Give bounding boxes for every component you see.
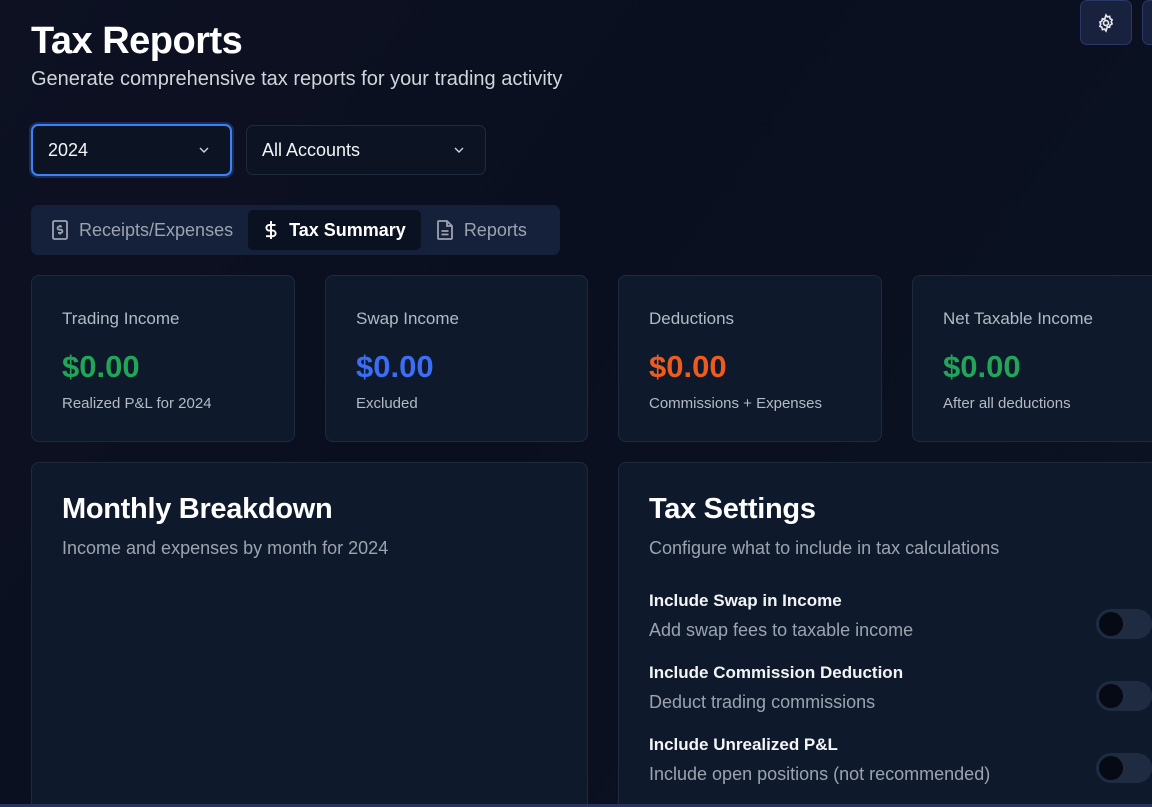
tab-reports[interactable]: Reports (421, 210, 542, 250)
stat-value: $0.00 (943, 349, 1021, 384)
dollar-icon (265, 221, 277, 239)
year-select-value: 2024 (48, 139, 89, 160)
stat-label: Net Taxable Income (943, 309, 1093, 328)
toggle-knob (1099, 756, 1123, 780)
panel-description: Configure what to include in tax calcula… (649, 538, 1000, 558)
document-icon (436, 220, 453, 240)
settings-button[interactable] (1080, 0, 1132, 45)
monthly-breakdown-panel: Monthly Breakdown Income and expenses by… (31, 462, 588, 807)
panel-title: Monthly Breakdown (62, 493, 333, 525)
setting-description: Include open positions (not recommended) (649, 764, 991, 784)
page-title: Tax Reports (31, 20, 243, 62)
setting-include-swap: Include Swap in Income Add swap fees to … (649, 591, 1152, 641)
setting-description: Deduct trading commissions (649, 692, 876, 712)
stat-subtext: After all deductions (943, 395, 1071, 412)
stat-label: Deductions (649, 309, 735, 328)
top-actions (1080, 0, 1152, 45)
include-unrealized-toggle[interactable] (1096, 753, 1152, 783)
stat-label: Swap Income (356, 309, 459, 328)
setting-name: Include Commission Deduction (649, 663, 904, 682)
stat-card-deductions: Deductions $0.00 Commissions + Expenses (618, 275, 882, 442)
toggle-knob (1099, 612, 1123, 636)
more-button[interactable] (1142, 0, 1152, 45)
setting-description: Add swap fees to taxable income (649, 620, 914, 640)
stat-subtext: Realized P&L for 2024 (62, 395, 212, 412)
stat-subtext: Commissions + Expenses (649, 395, 822, 412)
stat-value: $0.00 (356, 349, 434, 384)
tab-label: Reports (463, 219, 527, 240)
stat-label: Trading Income (62, 309, 180, 328)
tax-reports-page: Tax Reports Generate comprehensive tax r… (0, 0, 1152, 807)
stat-card-net-taxable-income: Net Taxable Income $0.00 After all deduc… (912, 275, 1152, 442)
stat-subtext: Excluded (356, 395, 418, 412)
panel-description: Income and expenses by month for 2024 (62, 538, 389, 558)
tax-settings-panel: Tax Settings Configure what to include i… (618, 462, 1152, 807)
include-commission-toggle[interactable] (1096, 681, 1152, 711)
chevron-down-icon (454, 147, 464, 153)
stat-value: $0.00 (62, 349, 140, 384)
receipt-icon (52, 220, 68, 240)
stat-card-trading-income: Trading Income $0.00 Realized P&L for 20… (31, 275, 295, 442)
stat-value: $0.00 (649, 349, 727, 384)
report-tabs: Receipts/Expenses Tax Summary Reports (31, 205, 560, 255)
tab-tax-summary[interactable]: Tax Summary (248, 210, 421, 250)
settings-list: Include Swap in Income Add swap fees to … (649, 591, 1152, 785)
chevron-down-icon (199, 147, 209, 153)
setting-include-commission: Include Commission Deduction Deduct trad… (649, 663, 1152, 713)
setting-include-unrealized: Include Unrealized P&L Include open posi… (649, 735, 1152, 785)
include-swap-toggle[interactable] (1096, 609, 1152, 639)
year-select[interactable]: 2024 (31, 124, 232, 176)
tab-receipts-expenses[interactable]: Receipts/Expenses (36, 210, 248, 250)
account-select[interactable]: All Accounts (246, 125, 486, 175)
setting-name: Include Unrealized P&L (649, 735, 838, 754)
toggle-knob (1099, 684, 1123, 708)
stat-card-swap-income: Swap Income $0.00 Excluded (325, 275, 588, 442)
settings-icon (1098, 12, 1114, 33)
panel-title: Tax Settings (649, 493, 816, 525)
tab-label: Receipts/Expenses (79, 219, 234, 240)
tab-label: Tax Summary (289, 219, 406, 240)
setting-name: Include Swap in Income (649, 591, 842, 610)
page-subtitle: Generate comprehensive tax reports for y… (31, 68, 563, 90)
account-select-value: All Accounts (262, 139, 361, 160)
